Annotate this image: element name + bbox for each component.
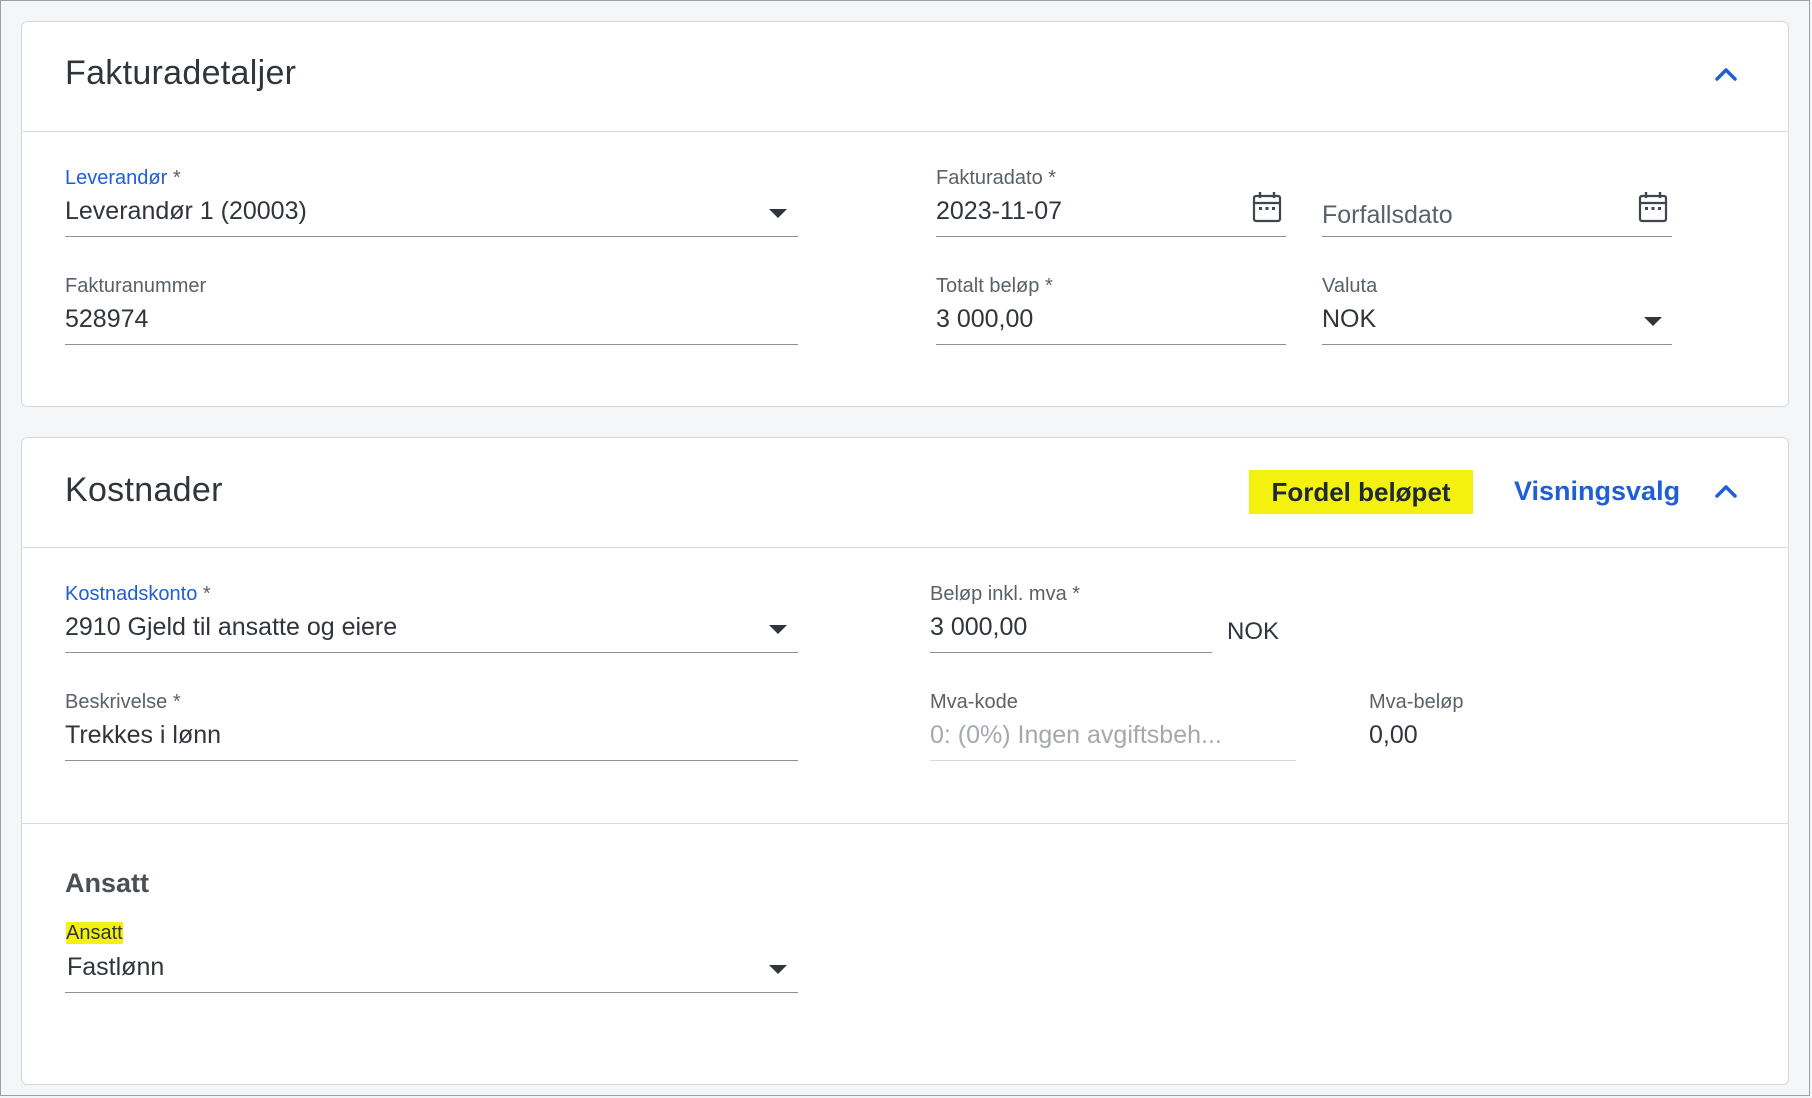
- employee-select[interactable]: Ansatt Fastlønn: [65, 922, 798, 998]
- amount-incl-vat-value: 3 000,00: [930, 613, 1028, 641]
- invoice-number-field[interactable]: Fakturanummer 528974: [65, 275, 798, 350]
- chevron-up-icon[interactable]: [1710, 58, 1742, 90]
- vat-amount-label: Mva-beløp: [1369, 691, 1464, 713]
- view-options-link[interactable]: Visningsvalg: [1514, 476, 1680, 507]
- cost-account-value: 2910 Gjeld til ansatte og eiere: [65, 613, 398, 641]
- total-amount-label: Totalt beløp *: [936, 275, 1053, 297]
- vat-amount-display: Mva-beløp 0,00: [1369, 691, 1569, 766]
- supplier-label: Leverandør *: [65, 167, 181, 189]
- currency-underline: [1322, 344, 1672, 345]
- supplier-select[interactable]: Leverandør * Leverandør 1 (20003): [65, 167, 798, 242]
- due-date-underline: [1322, 236, 1672, 237]
- vat-code-underline: [930, 760, 1296, 761]
- employee-value: Fastlønn: [67, 953, 165, 981]
- invoice-details-title: Fakturadetaljer: [65, 54, 297, 92]
- total-amount-field[interactable]: Totalt beløp * 3 000,00: [936, 275, 1286, 350]
- currency-select[interactable]: Valuta NOK: [1322, 275, 1672, 350]
- chevron-up-icon[interactable]: [1710, 475, 1742, 507]
- invoice-date-field[interactable]: Fakturadato * 2023-11-07: [936, 167, 1286, 242]
- amount-incl-vat-label: Beløp inkl. mva *: [930, 583, 1081, 605]
- amount-incl-vat-underline: [930, 652, 1212, 653]
- page-frame: Fakturadetaljer Leverandør * Leverandør …: [0, 0, 1810, 1096]
- employee-section-heading: Ansatt: [65, 868, 150, 898]
- costs-header: Kostnader Fordel beløpet Visningsvalg: [22, 438, 1788, 548]
- calendar-icon[interactable]: [1252, 191, 1282, 223]
- supplier-value: Leverandør 1 (20003): [65, 197, 307, 225]
- amount-unit: NOK: [1227, 618, 1280, 645]
- employee-underline: [65, 992, 798, 993]
- costs-card: Kostnader Fordel beløpet Visningsvalg Ko…: [21, 437, 1789, 1085]
- dropdown-arrow-icon[interactable]: [769, 209, 787, 218]
- currency-label: Valuta: [1322, 275, 1378, 297]
- costs-title: Kostnader: [65, 471, 223, 509]
- distribute-amount-button[interactable]: Fordel beløpet: [1249, 470, 1473, 514]
- description-field[interactable]: Beskrivelse * Trekkes i lønn: [65, 691, 798, 766]
- total-amount-value: 3 000,00: [936, 305, 1034, 333]
- invoice-number-underline: [65, 344, 798, 345]
- description-label: Beskrivelse *: [65, 691, 181, 713]
- section-divider: [22, 823, 1788, 824]
- invoice-details-card: Fakturadetaljer Leverandør * Leverandør …: [21, 21, 1789, 407]
- invoice-number-value: 528974: [65, 305, 149, 333]
- due-date-field[interactable]: Forfallsdato: [1322, 167, 1672, 242]
- due-date-placeholder: Forfallsdato: [1322, 201, 1453, 229]
- employee-label: Ansatt: [66, 922, 123, 944]
- total-amount-underline: [936, 344, 1286, 345]
- calendar-icon[interactable]: [1638, 191, 1668, 223]
- cost-account-select[interactable]: Kostnadskonto * 2910 Gjeld til ansatte o…: [65, 583, 798, 658]
- vat-code-value: 0: (0%) Ingen avgiftsbeh...: [930, 721, 1222, 749]
- description-underline: [65, 760, 798, 761]
- invoice-date-label: Fakturadato *: [936, 167, 1057, 189]
- vat-code-label: Mva-kode: [930, 691, 1018, 713]
- supplier-underline: [65, 236, 798, 237]
- vat-amount-value: 0,00: [1369, 721, 1418, 749]
- currency-value: NOK: [1322, 305, 1377, 333]
- vat-code-field: Mva-kode 0: (0%) Ingen avgiftsbeh...: [930, 691, 1296, 766]
- invoice-date-underline: [936, 236, 1286, 237]
- invoice-date-value: 2023-11-07: [936, 197, 1063, 225]
- dropdown-arrow-icon[interactable]: [1644, 317, 1662, 326]
- amount-incl-vat-field[interactable]: Beløp inkl. mva * 3 000,00: [930, 583, 1212, 658]
- description-value: Trekkes i lønn: [65, 721, 222, 749]
- cost-account-label: Kostnadskonto *: [65, 583, 211, 605]
- dropdown-arrow-icon[interactable]: [769, 965, 787, 974]
- invoice-details-header: Fakturadetaljer: [22, 22, 1788, 132]
- cost-account-underline: [65, 652, 798, 653]
- invoice-number-label: Fakturanummer: [65, 275, 207, 297]
- dropdown-arrow-icon[interactable]: [769, 625, 787, 634]
